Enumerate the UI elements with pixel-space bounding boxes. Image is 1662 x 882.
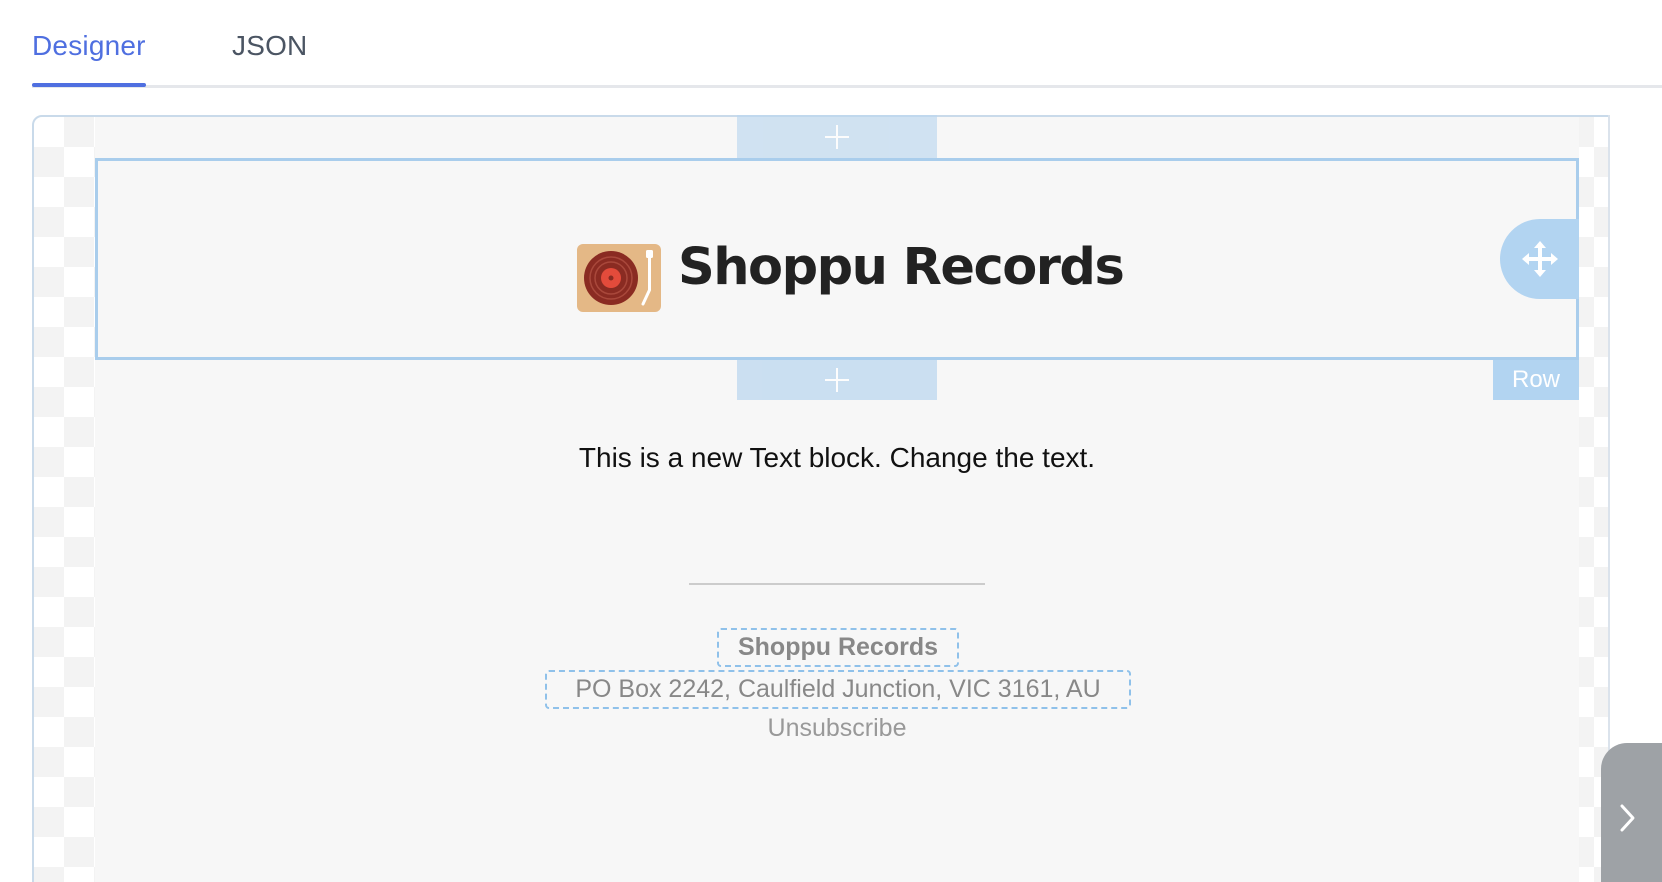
chevron-right-icon [1620,804,1635,832]
plus-icon [825,125,849,149]
plus-icon [825,368,849,392]
tab-bar: Designer JSON [32,0,1662,88]
sidebar-toggle-button[interactable] [1601,743,1662,882]
move-row-handle[interactable] [1500,219,1579,299]
footer-company-name[interactable]: Shoppu Records [717,628,959,667]
tab-designer[interactable]: Designer [32,30,146,87]
add-row-below-button[interactable] [737,360,937,400]
tab-json[interactable]: JSON [232,30,307,62]
add-row-above-button[interactable] [737,115,937,159]
move-arrows-icon [1522,241,1558,277]
tab-designer-label: Designer [32,30,146,61]
row-label: Row [1493,360,1579,400]
unsubscribe-link[interactable]: Unsubscribe [95,714,1579,743]
text-block[interactable]: This is a new Text block. Change the tex… [95,442,1579,474]
divider[interactable] [689,583,985,585]
turntable-icon [577,244,661,312]
footer-address[interactable]: PO Box 2242, Caulfield Junction, VIC 316… [545,670,1131,709]
brand-name: Shoppu Records [678,238,1125,297]
tab-json-label: JSON [232,30,308,61]
active-tab-indicator [32,83,146,87]
